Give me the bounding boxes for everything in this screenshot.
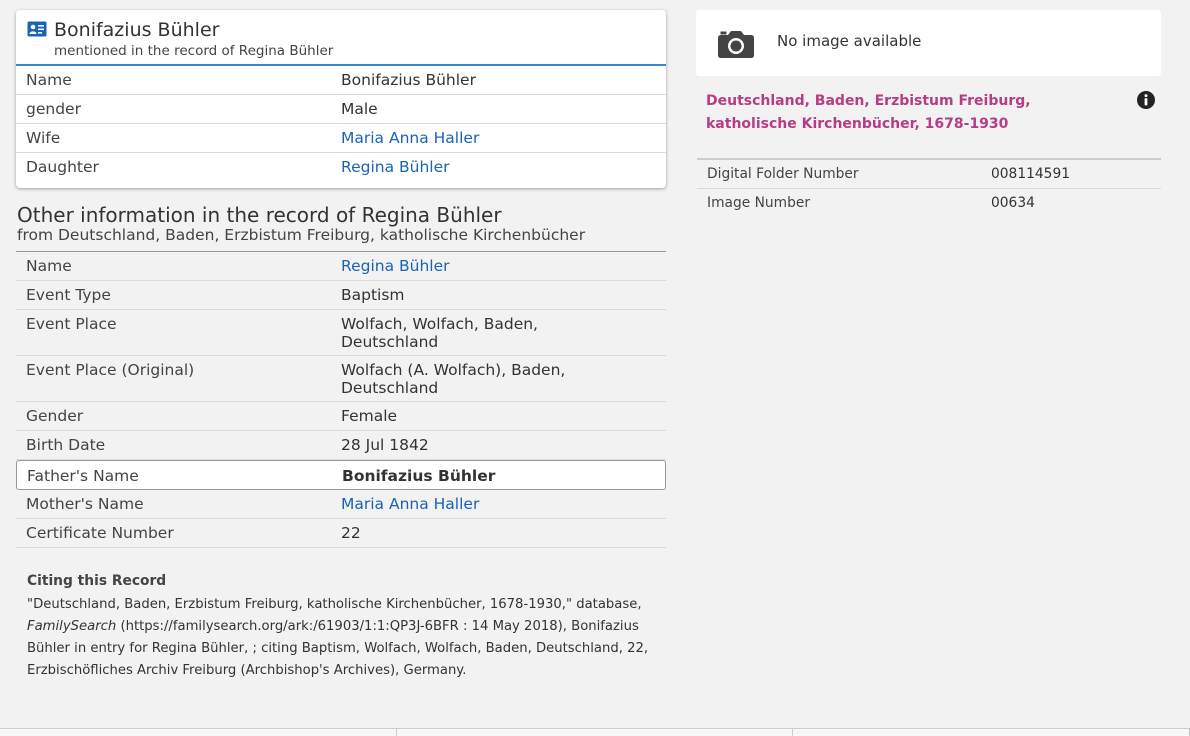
person-card: Bonifazius Bühler mentioned in the recor…	[16, 10, 666, 188]
other-info-section: Other information in the record of Regin…	[16, 203, 666, 548]
principal-name-link[interactable]: Regina Bühler	[341, 257, 450, 275]
row-label: Name	[26, 71, 72, 89]
info-icon[interactable]	[1137, 91, 1155, 109]
citation-text: "Deutschland, Baden, Erzbistum Freiburg,…	[27, 594, 657, 682]
daughter-link[interactable]: Regina Bühler	[341, 158, 450, 176]
row-value: 22	[341, 524, 361, 542]
bottom-bar-segment	[397, 729, 794, 736]
camera-icon	[718, 31, 754, 58]
row-label: Birth Date	[26, 436, 106, 454]
row-label: Mother's Name	[26, 495, 144, 513]
info-row-certificate-number: Certificate Number 22	[16, 519, 666, 548]
person-row-wife: Wife Maria Anna Haller	[16, 124, 666, 153]
row-value: Female	[341, 407, 398, 425]
mother-link[interactable]: Maria Anna Haller	[341, 495, 479, 513]
info-row-event-place-original: Event Place (Original) Wolfach (A. Wolfa…	[16, 356, 666, 402]
row-label: Name	[26, 257, 72, 275]
bottom-bar-segment	[793, 729, 1190, 736]
info-row-birth-date: Birth Date 28 Jul 1842	[16, 431, 666, 460]
person-card-header: Bonifazius Bühler mentioned in the recor…	[16, 10, 666, 66]
row-label: Father's Name	[27, 467, 139, 485]
folder-row-digital-folder: Digital Folder Number 008114591	[697, 160, 1161, 189]
row-label: Wife	[26, 129, 61, 147]
other-info-title: Other information in the record of Regin…	[17, 203, 502, 227]
row-value: 28 Jul 1842	[341, 436, 429, 454]
folder-label: Digital Folder Number	[707, 166, 859, 182]
row-label: Event Place (Original)	[26, 361, 195, 379]
bottom-bar	[0, 728, 1190, 736]
record-info-table: Name Regina Bühler Event Type Baptism Ev…	[16, 251, 666, 548]
folder-row-image-number: Image Number 00634	[697, 189, 1161, 218]
info-row-name: Name Regina Bühler	[16, 252, 666, 281]
bottom-bar-segment	[0, 729, 397, 736]
row-label: Event Type	[26, 286, 111, 304]
row-value: Bonifazius Bühler	[342, 467, 496, 485]
folder-info-table: Digital Folder Number 008114591 Image Nu…	[697, 158, 1161, 218]
no-image-text: No image available	[777, 32, 922, 50]
row-value: Wolfach, Wolfach, Baden, Deutschland	[341, 315, 538, 351]
info-row-mothers-name: Mother's Name Maria Anna Haller	[16, 490, 666, 519]
row-label: gender	[26, 100, 81, 118]
info-row-event-place: Event Place Wolfach, Wolfach, Baden, Deu…	[16, 310, 666, 356]
other-info-subtitle: from Deutschland, Baden, Erzbistum Freib…	[17, 226, 586, 244]
row-value: Bonifazius Bühler	[341, 71, 476, 89]
folder-value: 00634	[991, 195, 1035, 211]
folder-value: 008114591	[991, 166, 1071, 182]
folder-label: Image Number	[707, 195, 811, 211]
person-row-name: Name Bonifazius Bühler	[16, 66, 666, 95]
row-label: Gender	[26, 407, 84, 425]
row-value: Baptism	[341, 286, 405, 304]
image-placeholder-box: No image available	[696, 10, 1161, 76]
info-row-event-type: Event Type Baptism	[16, 281, 666, 310]
person-row-gender: gender Male	[16, 95, 666, 124]
info-row-gender: Gender Female	[16, 402, 666, 431]
info-row-fathers-name: Father's Name Bonifazius Bühler	[16, 460, 666, 490]
row-label: Certificate Number	[26, 524, 174, 542]
row-label: Event Place	[26, 315, 117, 333]
citation-part-2: (https://familysearch.org/ark:/61903/1:1…	[27, 619, 649, 678]
wife-link[interactable]: Maria Anna Haller	[341, 129, 479, 147]
citation-site: FamilySearch	[27, 619, 117, 634]
citation-title: Citing this Record	[27, 573, 167, 589]
citation-part-1: "Deutschland, Baden, Erzbistum Freiburg,…	[27, 597, 642, 612]
row-label: Daughter	[26, 158, 99, 176]
collection-link[interactable]: Deutschland, Baden, Erzbistum Freiburg, …	[706, 90, 1106, 136]
person-name-title: Bonifazius Bühler	[54, 19, 220, 41]
person-row-daughter: Daughter Regina Bühler	[16, 153, 666, 182]
person-subtitle: mentioned in the record of Regina Bühler	[54, 43, 334, 59]
row-value: Male	[341, 100, 378, 118]
person-record-icon	[27, 21, 47, 37]
row-value: Wolfach (A. Wolfach), Baden, Deutschland	[341, 361, 566, 397]
citation-block: Citing this Record "Deutschland, Baden, …	[27, 570, 657, 682]
